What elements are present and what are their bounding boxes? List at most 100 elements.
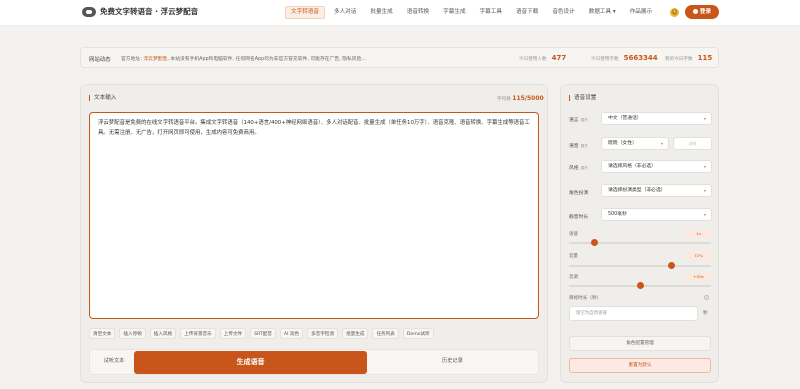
menu-item-showcase[interactable]: 作品展示	[625, 6, 657, 19]
text-editor[interactable]: 浮云梦配音是免费的在线文字转语音平台。集成文字转语音（140+语言/400+神经…	[89, 112, 539, 319]
stat-mine: 我的今日字数 115	[665, 54, 712, 62]
stat-mine-label: 我的今日字数	[665, 57, 693, 62]
language-label-text: 语言	[569, 118, 579, 123]
stat-users: 今日使用人数 477	[519, 54, 566, 62]
history-button[interactable]: 历史记录	[442, 357, 463, 364]
menu-item-dialogue[interactable]: 多人对话	[329, 6, 361, 19]
style-expand[interactable]: 展开	[581, 166, 588, 170]
clear-text-button[interactable]: 清空文本	[89, 328, 116, 339]
voice-value: 晓晓（女性）	[608, 141, 637, 146]
action-bar: 试听文本 生成语音 历史记录	[89, 349, 539, 375]
text-input-panel: 文本输入 字符数 115/5000 浮云梦配音是免费的在线文字转语音平台。集成文…	[80, 84, 548, 383]
insert-style-button[interactable]: 插入风格	[149, 328, 177, 339]
menu-item-subtitle-gen[interactable]: 字幕生成	[438, 6, 470, 19]
generate-button[interactable]: 生成语音	[134, 351, 367, 374]
notice-text: 官方地址: 浮云梦配音, 本站没有手机App和电脑软件, 任何网名App均为非官…	[121, 55, 366, 62]
volume-slider[interactable]	[569, 262, 711, 269]
brand[interactable]: 免费文字转语音 · 浮云梦配音	[82, 6, 198, 17]
voice-label-text: 语音	[569, 144, 579, 149]
menu-item-subtitle-tools[interactable]: 字幕工具	[475, 6, 507, 19]
role-select[interactable]: 请选择扮演类型（非必选） ▾	[601, 184, 712, 197]
char-count-value: 115/5000	[512, 95, 544, 102]
notice-label: 网站动态	[89, 57, 111, 63]
main-menu: 文字转语音 多人对话 批量生成 语音转换 字幕生成 字幕工具 语音下载 音色设计…	[285, 6, 661, 19]
voice-preview-button[interactable]: 试听	[673, 137, 712, 150]
chevron-down-icon: ▾	[703, 116, 706, 121]
insert-pause-button[interactable]: 插入停顿	[119, 328, 146, 339]
batch-generate-button[interactable]: 批量生成	[342, 328, 369, 339]
notice-body: , 本站没有手机App和电脑软件, 任何网名App均为非官方冒充软件, 可能存在…	[167, 57, 366, 62]
speed-value[interactable]: 1x	[685, 230, 712, 238]
target-duration-label: 目标时长（秒）	[569, 296, 602, 301]
menu-item-tts[interactable]: 文字转语音	[285, 6, 325, 19]
login-button[interactable]: 登录	[685, 5, 719, 19]
role-config-button[interactable]: 角色配置管理	[569, 336, 711, 351]
menu-item-download[interactable]: 语音下载	[511, 6, 543, 19]
ai-polish-button[interactable]: AI 润色	[279, 328, 304, 339]
voice-select[interactable]: 晓晓（女性） ▾	[601, 137, 669, 150]
pause-value: 500毫秒	[608, 212, 627, 217]
settings-title: 语音设置	[569, 95, 596, 101]
user-icon	[692, 8, 698, 14]
style-label: 风格 展开	[569, 164, 588, 171]
char-count-label: 字符数	[497, 97, 511, 102]
pitch-slider[interactable]	[569, 282, 711, 289]
style-value: 请选择风格（非必选）	[608, 164, 656, 169]
try-text-button[interactable]: 试听文本	[94, 357, 134, 364]
polyphone-check-button[interactable]: 多音字检测	[307, 328, 339, 339]
menu-item-voice-convert[interactable]: 语音转换	[402, 6, 434, 19]
speed-label: 语速	[569, 232, 578, 237]
reset-default-button[interactable]: 重置为默认	[569, 358, 711, 373]
upload-bgm-button[interactable]: 上传背景音乐	[180, 328, 216, 339]
speed-knob[interactable]	[591, 239, 599, 246]
demo-listen-button[interactable]: Demo试听	[402, 328, 434, 339]
chevron-down-icon: ▾	[703, 164, 706, 169]
task-list-button[interactable]: 任务列表	[372, 328, 399, 339]
stat-chars: 今日使用字数 5663344	[591, 54, 658, 62]
editor-title: 文本输入	[89, 95, 116, 101]
language-expand[interactable]: 展开	[581, 118, 588, 122]
stat-chars-value: 5663344	[623, 54, 658, 62]
stat-mine-value: 115	[697, 54, 713, 62]
site-title: 免费文字转语音 · 浮云梦配音	[100, 7, 199, 16]
volume-label: 音量	[569, 254, 578, 259]
login-label: 登录	[699, 9, 712, 15]
volume-knob[interactable]	[667, 262, 675, 269]
role-value: 请选择扮演类型（非必选）	[608, 188, 666, 193]
language-select[interactable]: 中文（普通话） ▾	[601, 112, 712, 125]
char-count: 字符数 115/5000	[497, 95, 544, 102]
volume-value[interactable]: 72%	[685, 252, 712, 260]
role-label: 角色扮演	[569, 191, 589, 196]
stat-users-value: 477	[551, 54, 567, 62]
pitch-knob[interactable]	[636, 282, 644, 289]
pause-select[interactable]: 500毫秒 ▾	[601, 208, 712, 221]
editor-toolbar: 清空文本 插入停顿 插入风格 上传背景音乐 上传文件 SRT配音 AI 润色 多…	[89, 328, 438, 339]
top-nav: 免费文字转语音 · 浮云梦配音 文字转语音 多人对话 批量生成 语音转换 字幕生…	[0, 0, 800, 26]
theme-icon[interactable]: ☺	[670, 8, 679, 17]
chevron-down-icon: ▾	[703, 212, 706, 217]
style-select[interactable]: 请选择风格（非必选） ▾	[601, 160, 712, 173]
chevron-down-icon: ▾	[660, 141, 663, 146]
official-link[interactable]: 浮云梦配音	[143, 57, 167, 62]
notice-bar: 网站动态 官方地址: 浮云梦配音, 本站没有手机App和电脑软件, 任何网名Ap…	[80, 47, 719, 68]
voice-expand[interactable]: 展开	[581, 144, 588, 148]
menu-item-data-tools[interactable]: 数据工具 ▾	[584, 6, 621, 19]
voice-label: 语音 展开	[569, 142, 588, 149]
seconds-unit: 秒	[703, 311, 708, 316]
srt-dub-button[interactable]: SRT配音	[250, 328, 276, 339]
stat-chars-label: 今日使用字数	[591, 57, 619, 62]
menu-item-voice-design[interactable]: 音色设计	[547, 6, 579, 19]
speed-slider[interactable]	[569, 239, 711, 246]
pitch-value[interactable]: +0Hz	[685, 273, 712, 281]
voice-settings-panel: 语音设置 语言 展开 中文（普通话） ▾ 语音 展开 晓晓（女性） ▾ 试听 风格 展开 …	[560, 84, 719, 383]
pitch-label: 音调	[569, 275, 578, 280]
chevron-down-icon: ▾	[703, 188, 706, 193]
stat-users-label: 今日使用人数	[519, 57, 547, 62]
target-duration-input[interactable]: 留空为自然语速	[569, 306, 698, 321]
pause-label: 静音时长	[569, 215, 589, 220]
language-label: 语言 展开	[569, 116, 588, 123]
info-icon[interactable]: i	[704, 295, 709, 300]
cloud-logo-icon	[82, 6, 96, 17]
menu-item-batch[interactable]: 批量生成	[365, 6, 397, 19]
upload-file-button[interactable]: 上传文件	[219, 328, 247, 339]
